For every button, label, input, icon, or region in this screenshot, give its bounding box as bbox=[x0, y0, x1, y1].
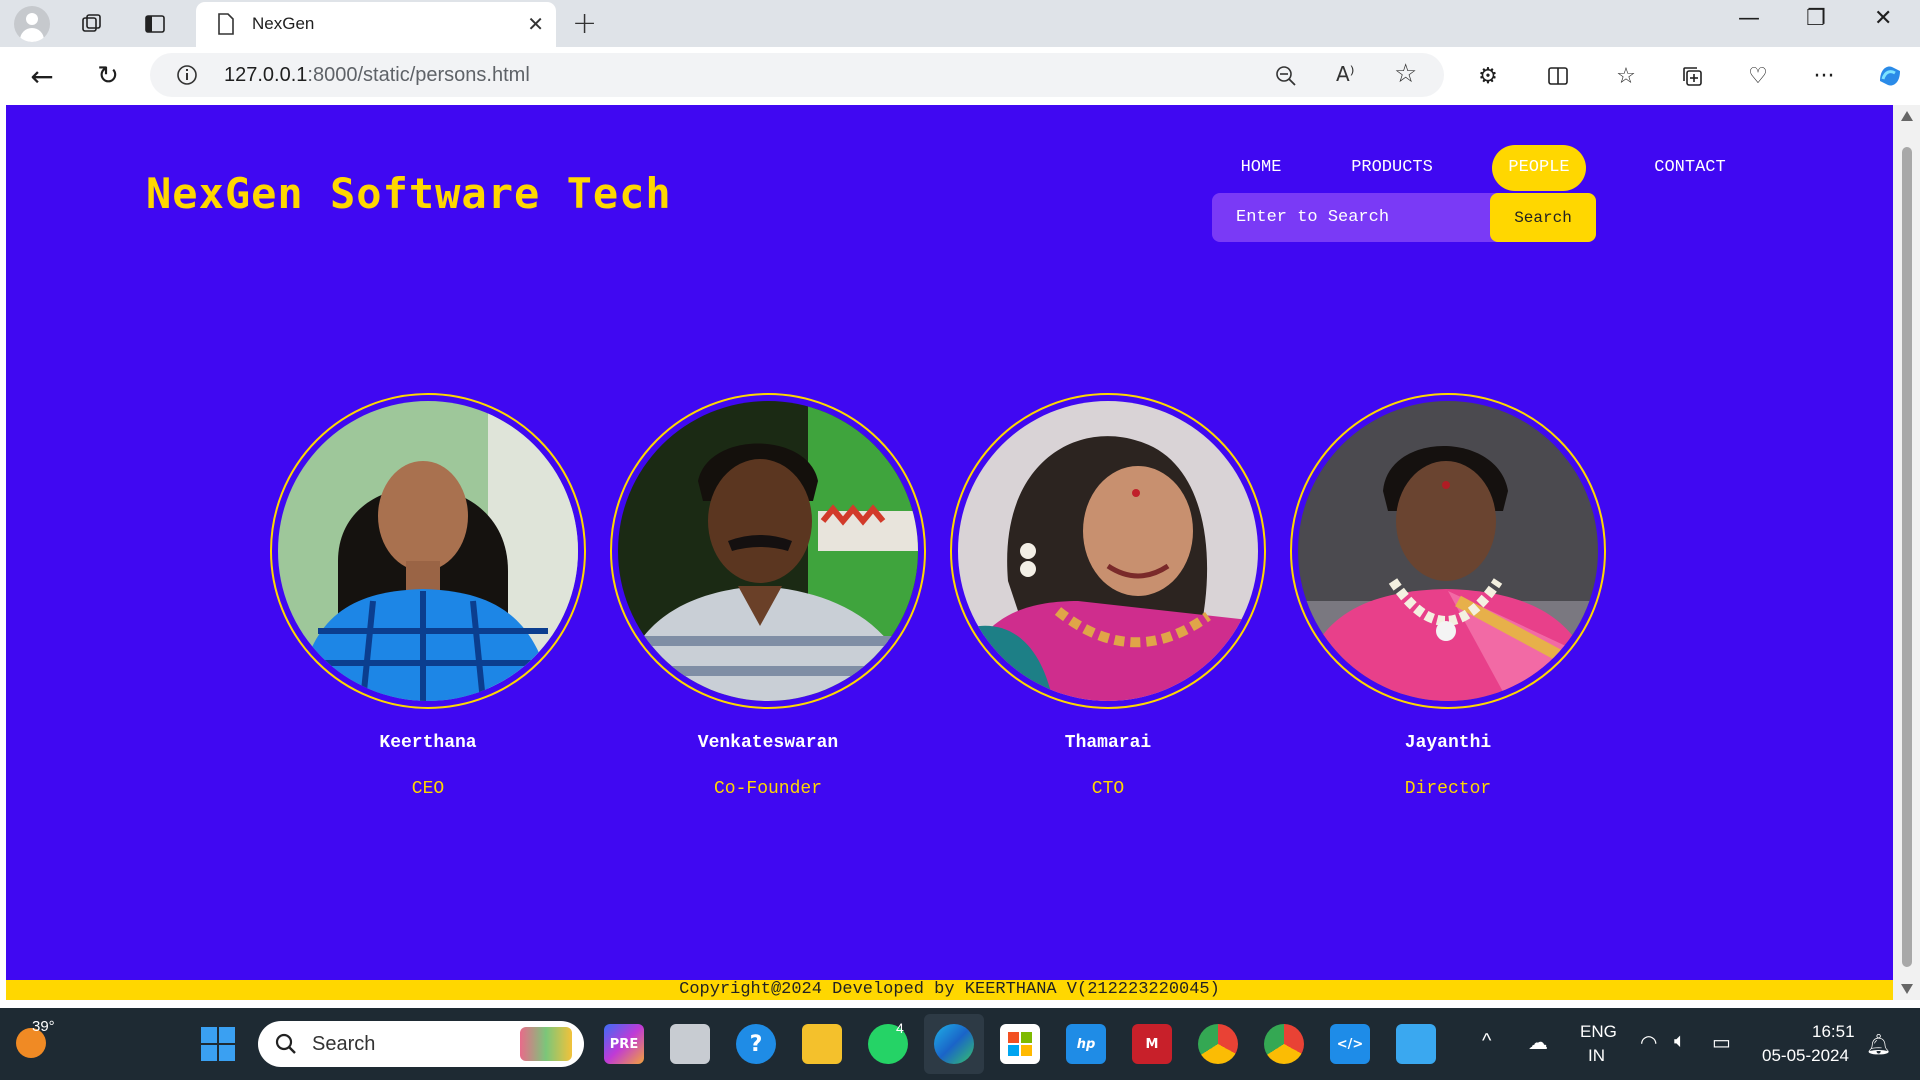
workspaces-icon[interactable] bbox=[72, 4, 112, 44]
clock-time[interactable]: 16:51 bbox=[1812, 1022, 1855, 1042]
clock-date[interactable]: 05-05-2024 bbox=[1762, 1046, 1849, 1066]
close-tab-icon[interactable]: ✕ bbox=[527, 12, 544, 36]
person-role: Co-Founder bbox=[713, 779, 823, 799]
language-region[interactable]: IN bbox=[1588, 1046, 1605, 1066]
scroll-down-icon[interactable] bbox=[1901, 984, 1913, 994]
tab-actions-icon[interactable] bbox=[135, 4, 175, 44]
chrome-profile-icon[interactable] bbox=[1264, 1024, 1304, 1064]
favorite-star-icon[interactable]: ☆ bbox=[1394, 59, 1417, 89]
browser-toolbar: ← ↻ 127.0.0.1:8000/static/persons.html A… bbox=[0, 47, 1920, 105]
page-icon bbox=[218, 13, 234, 35]
myhp-icon[interactable]: hp bbox=[1066, 1024, 1106, 1064]
search-highlight-icon bbox=[520, 1027, 572, 1061]
nav-products[interactable]: PRODUCTS bbox=[1336, 145, 1448, 191]
restore-icon[interactable]: ❐ bbox=[1806, 6, 1826, 31]
search-button[interactable]: Search bbox=[1490, 193, 1596, 242]
person-name: Thamarai bbox=[1064, 733, 1152, 753]
show-hidden-icons-icon[interactable]: ^ bbox=[1482, 1030, 1491, 1053]
vscode-icon[interactable]: </> bbox=[1330, 1024, 1370, 1064]
person-role: Director bbox=[1404, 779, 1492, 799]
notifications-icon[interactable]: 🔔︎ bbox=[1866, 1032, 1891, 1057]
scroll-thumb[interactable] bbox=[1902, 147, 1912, 967]
back-icon[interactable]: ← bbox=[22, 56, 62, 96]
person-name: Keerthana bbox=[379, 733, 477, 753]
taskbar-search[interactable]: Search bbox=[258, 1021, 584, 1067]
nav-contact[interactable]: CONTACT bbox=[1642, 145, 1738, 191]
tab-title: NexGen bbox=[252, 14, 315, 33]
start-icon[interactable] bbox=[198, 1024, 238, 1064]
copilot-icon[interactable] bbox=[1870, 56, 1910, 96]
split-screen-icon[interactable] bbox=[1538, 56, 1578, 96]
search-form: Search bbox=[1212, 193, 1596, 242]
weather-temp: 39° bbox=[32, 1018, 55, 1035]
person-avatar bbox=[270, 393, 586, 709]
chrome-icon[interactable] bbox=[1198, 1024, 1238, 1064]
scroll-up-icon[interactable] bbox=[1901, 111, 1913, 121]
photos-icon[interactable] bbox=[1396, 1024, 1436, 1064]
url-text[interactable]: 127.0.0.1:8000/static/persons.html bbox=[224, 64, 530, 87]
address-bar[interactable]: 127.0.0.1:8000/static/persons.html A⁾ ☆ bbox=[150, 53, 1444, 97]
collections-icon[interactable] bbox=[1672, 56, 1712, 96]
file-explorer-icon[interactable] bbox=[802, 1024, 842, 1064]
person-role: CEO bbox=[411, 779, 445, 799]
window-close-icon[interactable]: ✕ bbox=[1874, 6, 1892, 31]
edge-icon[interactable] bbox=[934, 1024, 974, 1064]
copilot-taskbar-icon[interactable]: PRE bbox=[604, 1024, 644, 1064]
person-avatar bbox=[610, 393, 926, 709]
page-scrollbar[interactable] bbox=[1893, 105, 1920, 1000]
person-avatar bbox=[950, 393, 1266, 709]
nav-home[interactable]: HOME bbox=[1226, 145, 1296, 191]
browser-essentials-icon[interactable]: ♡ bbox=[1738, 56, 1778, 96]
read-aloud-icon[interactable]: A⁾ bbox=[1336, 62, 1355, 86]
task-view-icon[interactable] bbox=[670, 1024, 710, 1064]
person-role: CTO bbox=[1091, 779, 1125, 799]
volume-icon[interactable]: 🔈︎ bbox=[1674, 1030, 1686, 1053]
more-options-icon[interactable]: ··· bbox=[1804, 56, 1844, 96]
refresh-icon[interactable]: ↻ bbox=[88, 56, 128, 96]
person-photo bbox=[1298, 401, 1598, 701]
profile-avatar-icon[interactable] bbox=[14, 6, 50, 42]
language-primary[interactable]: ENG bbox=[1580, 1022, 1617, 1042]
minimize-icon[interactable]: — bbox=[1738, 6, 1760, 31]
new-tab-icon[interactable]: + bbox=[572, 6, 597, 41]
person-name: Venkateswaran bbox=[697, 733, 839, 753]
microsoft-store-icon[interactable] bbox=[1000, 1024, 1040, 1064]
person-avatar bbox=[1290, 393, 1606, 709]
person-name: Jayanthi bbox=[1404, 733, 1492, 753]
page-footer: Copyright@2024 Developed by KEERTHANA V(… bbox=[6, 980, 1893, 1000]
person-photo bbox=[958, 401, 1258, 701]
extensions-icon[interactable]: ⚙ bbox=[1468, 56, 1508, 96]
person-photo bbox=[278, 401, 578, 701]
person-photo bbox=[618, 401, 918, 701]
favorites-icon[interactable]: ☆ bbox=[1606, 56, 1646, 96]
battery-icon[interactable]: ▭ bbox=[1712, 1030, 1731, 1055]
wifi-icon[interactable]: ◠ bbox=[1640, 1030, 1657, 1055]
site-title: NexGen Software Tech bbox=[146, 169, 672, 218]
browser-tab[interactable]: NexGen ✕ bbox=[196, 2, 556, 47]
search-input[interactable] bbox=[1212, 193, 1478, 242]
whatsapp-badge: 4 bbox=[896, 1020, 904, 1036]
browser-tabbar: NexGen ✕ + — ❐ ✕ bbox=[0, 0, 1920, 47]
mcafee-icon[interactable]: M bbox=[1132, 1024, 1172, 1064]
search-icon bbox=[275, 1033, 296, 1054]
taskbar: 39° Search PRE ? 4 hp M </> ^ ☁ ENG IN ◠… bbox=[0, 1008, 1920, 1080]
onedrive-icon[interactable]: ☁ bbox=[1528, 1030, 1548, 1055]
page-viewport: NexGen Software Tech HOME PRODUCTS PEOPL… bbox=[6, 105, 1893, 1000]
taskbar-search-label: Search bbox=[312, 1033, 376, 1055]
site-info-icon[interactable] bbox=[176, 64, 198, 86]
zoom-out-icon[interactable] bbox=[1274, 64, 1298, 88]
help-icon[interactable]: ? bbox=[736, 1024, 776, 1064]
nav-people[interactable]: PEOPLE bbox=[1492, 145, 1586, 191]
